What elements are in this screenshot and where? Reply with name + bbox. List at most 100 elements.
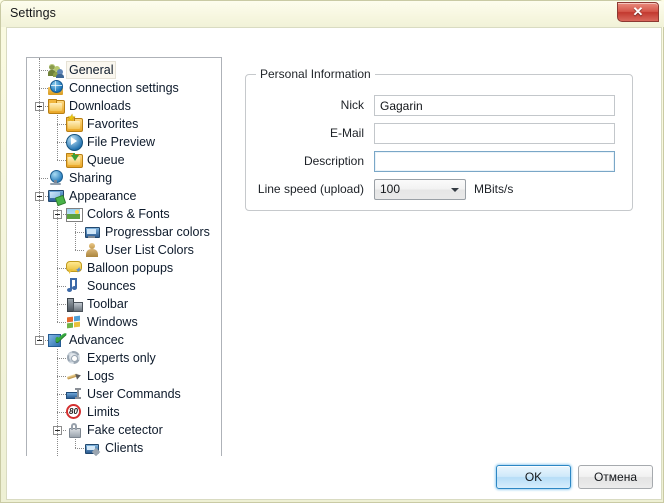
tree-item-label: Progressbar colors	[102, 224, 213, 240]
tree-item-colors-fonts[interactable]: Colors & Fonts	[66, 205, 173, 223]
tree-item-advancec[interactable]: Advancec	[48, 331, 127, 349]
tree-connector	[57, 115, 59, 160]
tree-item-label: Downloads	[66, 98, 134, 114]
advanced-check-icon	[48, 332, 64, 348]
nick-input[interactable]	[374, 95, 615, 116]
chevron-down-icon	[451, 188, 459, 192]
ok-button[interactable]: OK	[496, 465, 571, 489]
tree-item-fake-cetector[interactable]: Fake cetector	[66, 421, 166, 439]
line-speed-label: Line speed (upload)	[258, 182, 364, 196]
window-title: Settings	[10, 6, 56, 20]
music-note-icon	[66, 278, 82, 294]
gear-icon	[66, 350, 82, 366]
description-input[interactable]	[374, 151, 615, 172]
monitor-icon	[84, 224, 100, 240]
nick-label: Nick	[341, 98, 364, 112]
globe-folder-icon	[48, 80, 64, 96]
tree-item-appearance[interactable]: Appearance	[48, 187, 139, 205]
play-circle-icon	[66, 134, 82, 150]
tree-item-label: File Preview	[84, 134, 158, 150]
description-field-row: Description	[246, 151, 632, 173]
tree-item-label: Experts only	[84, 350, 159, 366]
settings-window: Settings ✕ GeneralConnection settings Dow…	[0, 0, 664, 503]
tree-connector	[57, 349, 59, 466]
close-glyph: ✕	[618, 4, 658, 20]
people-icon	[48, 62, 64, 78]
tree-item-downloads[interactable]: Downloads	[48, 97, 134, 115]
folder-icon	[48, 98, 64, 114]
tree-item-label: Advancec	[66, 332, 127, 348]
tree-item-label: Limits	[84, 404, 123, 420]
line-speed-select[interactable]: 100	[374, 179, 466, 200]
tree-item-label: Appearance	[66, 188, 139, 204]
tree-item-label: Fake cetector	[84, 422, 166, 438]
picture-icon	[66, 206, 82, 222]
tree-item-label: Windows	[84, 314, 141, 330]
tree-item-label: Sounces	[84, 278, 139, 294]
tree-item-general[interactable]: General	[48, 61, 116, 79]
description-label: Description	[304, 154, 364, 168]
tree-item-user-commands[interactable]: User Commands	[66, 385, 184, 403]
settings-tree[interactable]: GeneralConnection settings DownloadsFavor…	[26, 57, 222, 482]
pen-icon	[66, 368, 82, 384]
group-title: Personal Information	[256, 67, 375, 81]
tree-item-experts-only[interactable]: Experts only	[66, 349, 159, 367]
tree-item-label: Toolbar	[84, 296, 131, 312]
tree-connector	[57, 205, 59, 322]
tree-connector	[75, 223, 77, 250]
email-label: E-Mail	[330, 126, 364, 140]
tree-item-progressbar-colors[interactable]: Progressbar colors	[84, 223, 213, 241]
tree-connector	[75, 439, 77, 448]
tree-item-label: Queue	[84, 152, 128, 168]
tree-item-queue[interactable]: Queue	[66, 151, 128, 169]
line-speed-row: Line speed (upload) 100 MBits/s	[246, 179, 632, 201]
person-icon	[84, 242, 100, 258]
tree-item-balloon-popups[interactable]: Balloon popups	[66, 259, 176, 277]
tree-item-windows[interactable]: Windows	[66, 313, 141, 331]
tree-item-label: User List Colors	[102, 242, 197, 258]
tree-connector	[75, 448, 84, 450]
padlock-grey-icon	[66, 422, 82, 438]
tree-item-sounces[interactable]: Sounces	[66, 277, 139, 295]
globe-plug-icon	[48, 170, 64, 186]
monitor-client-icon	[84, 440, 100, 456]
tree-item-file-preview[interactable]: File Preview	[66, 133, 158, 151]
title-bar: Settings ✕	[1, 1, 664, 27]
monitor-paint-icon	[48, 188, 64, 204]
tree-item-label: Balloon popups	[84, 260, 176, 276]
tree-item-label: Connection settings	[66, 80, 182, 96]
tree-item-toolbar[interactable]: Toolbar	[66, 295, 131, 313]
balloon-icon	[66, 260, 82, 276]
windows-flag-icon	[66, 314, 82, 330]
tree-item-limits[interactable]: Limits	[66, 403, 123, 421]
tree-connector	[39, 58, 41, 340]
tree-item-label: User Commands	[84, 386, 184, 402]
cancel-button[interactable]: Отмена	[578, 465, 653, 489]
tree-item-label: Logs	[84, 368, 117, 384]
speed-limit-icon	[66, 404, 82, 420]
tree-item-user-list-colors[interactable]: User List Colors	[84, 241, 197, 259]
tree-item-label: Clients	[102, 440, 146, 456]
tree-item-label: General	[66, 61, 116, 79]
console-icon	[66, 386, 82, 402]
personal-information-group: Personal Information Nick E-Mail Descrip…	[245, 74, 633, 211]
tree-connector	[75, 250, 84, 252]
tree-item-label: Sharing	[66, 170, 115, 186]
tree-item-logs[interactable]: Logs	[66, 367, 117, 385]
email-input[interactable]	[374, 123, 615, 144]
close-icon[interactable]: ✕	[617, 2, 659, 22]
tree-connector	[57, 322, 66, 324]
tree-connector	[57, 160, 66, 162]
tree-item-clients[interactable]: Clients	[84, 439, 146, 457]
dialog-body: GeneralConnection settings DownloadsFavor…	[6, 27, 662, 457]
line-speed-value: 100	[380, 182, 400, 196]
tree-item-sharing[interactable]: Sharing	[48, 169, 115, 187]
line-speed-unit: MBits/s	[474, 182, 513, 196]
settings-content-pane: Personal Information Nick E-Mail Descrip…	[231, 57, 660, 482]
tree-item-label: Colors & Fonts	[84, 206, 173, 222]
tree-item-connection-settings[interactable]: Connection settings	[48, 79, 182, 97]
folder-arrow-icon	[66, 152, 82, 168]
tree-item-favorites[interactable]: Favorites	[66, 115, 141, 133]
toolbar-icon	[66, 296, 82, 312]
email-field-row: E-Mail	[246, 123, 632, 145]
